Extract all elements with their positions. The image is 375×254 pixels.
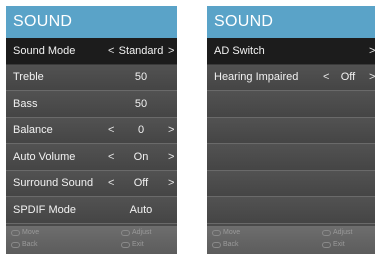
menu-item-label: Treble — [13, 71, 44, 84]
menu-item-empty — [207, 91, 375, 118]
menu-item-label: Bass — [13, 97, 38, 110]
arrow-right-icon[interactable]: > — [369, 45, 375, 57]
hint-exit: Exit — [322, 241, 345, 248]
sound-menu-panel-page2: SOUND AD Switch > Hearing Impaired < Off… — [207, 6, 375, 254]
arrow-left-icon[interactable]: < — [108, 151, 114, 163]
menu-item-empty — [207, 117, 375, 144]
menu-item-label: Hearing Impaired — [214, 71, 299, 84]
sound-menu-panel-page1: SOUND Sound Mode < Standard > Treble 50 … — [6, 6, 177, 254]
exit-icon — [121, 241, 130, 248]
menu-item-balance[interactable]: Balance < 0 > — [6, 117, 177, 144]
menu-item-label: AD Switch — [214, 44, 265, 57]
menu-item-value: 0 — [137, 124, 145, 137]
arrow-left-icon[interactable]: < — [108, 177, 114, 189]
menu-item-value: Off — [340, 71, 356, 84]
tv-settings-screen: SOUND Sound Mode < Standard > Treble 50 … — [0, 0, 375, 254]
hint-move: Move — [212, 229, 240, 236]
menu-item-value: Standard — [118, 44, 164, 57]
hint-label: Move — [22, 229, 40, 236]
dpad-icon — [212, 229, 221, 236]
menu-item-value: Off — [133, 177, 149, 190]
panel-title: SOUND — [6, 6, 177, 38]
hint-exit: Exit — [121, 241, 144, 248]
menu-item-ad-switch[interactable]: AD Switch > — [207, 38, 375, 65]
hint-label: Move — [223, 229, 241, 236]
arrow-right-icon[interactable]: > — [168, 45, 174, 57]
menu-item-label: Surround Sound — [13, 177, 94, 190]
menu-item-value: Auto — [129, 203, 153, 216]
arrow-right-icon[interactable]: > — [168, 124, 174, 136]
hint-adjust: Adjust — [322, 229, 352, 236]
menu-item-label: Balance — [13, 124, 53, 137]
menu-item-treble[interactable]: Treble 50 — [6, 64, 177, 91]
key-hint-bar: Move Back Adjust Exit — [207, 226, 375, 254]
panel-title: SOUND — [207, 6, 375, 38]
hint-label: Back — [22, 241, 38, 248]
hint-label: Exit — [132, 241, 144, 248]
menu-item-value: 50 — [134, 97, 148, 110]
back-icon — [212, 241, 221, 248]
menu-item-label: Auto Volume — [13, 150, 76, 163]
menu-item-value: 50 — [134, 71, 148, 84]
back-icon — [11, 241, 20, 248]
menu-item-sound-mode[interactable]: Sound Mode < Standard > — [6, 38, 177, 65]
exit-icon — [322, 241, 331, 248]
menu-item-label: Sound Mode — [13, 44, 76, 57]
hint-back: Back — [11, 241, 38, 248]
menu-item-hearing-impaired[interactable]: Hearing Impaired < Off > — [207, 64, 375, 91]
menu-item-value: On — [133, 150, 149, 163]
menu-item-surround-sound[interactable]: Surround Sound < Off > — [6, 170, 177, 197]
hint-adjust: Adjust — [121, 229, 151, 236]
hint-label: Back — [223, 241, 239, 248]
hint-label: Exit — [333, 241, 345, 248]
menu-item-spdif-mode[interactable]: SPDIF Mode Auto — [6, 197, 177, 224]
arrow-right-icon[interactable]: > — [369, 71, 375, 83]
menu-item-empty — [207, 170, 375, 197]
menu-item-empty — [207, 144, 375, 171]
arrow-left-icon[interactable]: < — [108, 124, 114, 136]
ok-icon — [322, 229, 331, 236]
menu-item-label: SPDIF Mode — [13, 203, 76, 216]
dpad-icon — [11, 229, 20, 236]
arrow-right-icon[interactable]: > — [168, 151, 174, 163]
hint-move: Move — [11, 229, 39, 236]
menu-item-empty — [207, 197, 375, 224]
menu-item-bass[interactable]: Bass 50 — [6, 91, 177, 118]
ok-icon — [121, 229, 130, 236]
arrow-left-icon[interactable]: < — [108, 45, 114, 57]
hint-back: Back — [212, 241, 239, 248]
key-hint-bar: Move Back Adjust Exit — [6, 226, 177, 254]
arrow-right-icon[interactable]: > — [168, 177, 174, 189]
hint-label: Adjust — [333, 229, 353, 236]
hint-label: Adjust — [132, 229, 152, 236]
menu-item-auto-volume[interactable]: Auto Volume < On > — [6, 144, 177, 171]
